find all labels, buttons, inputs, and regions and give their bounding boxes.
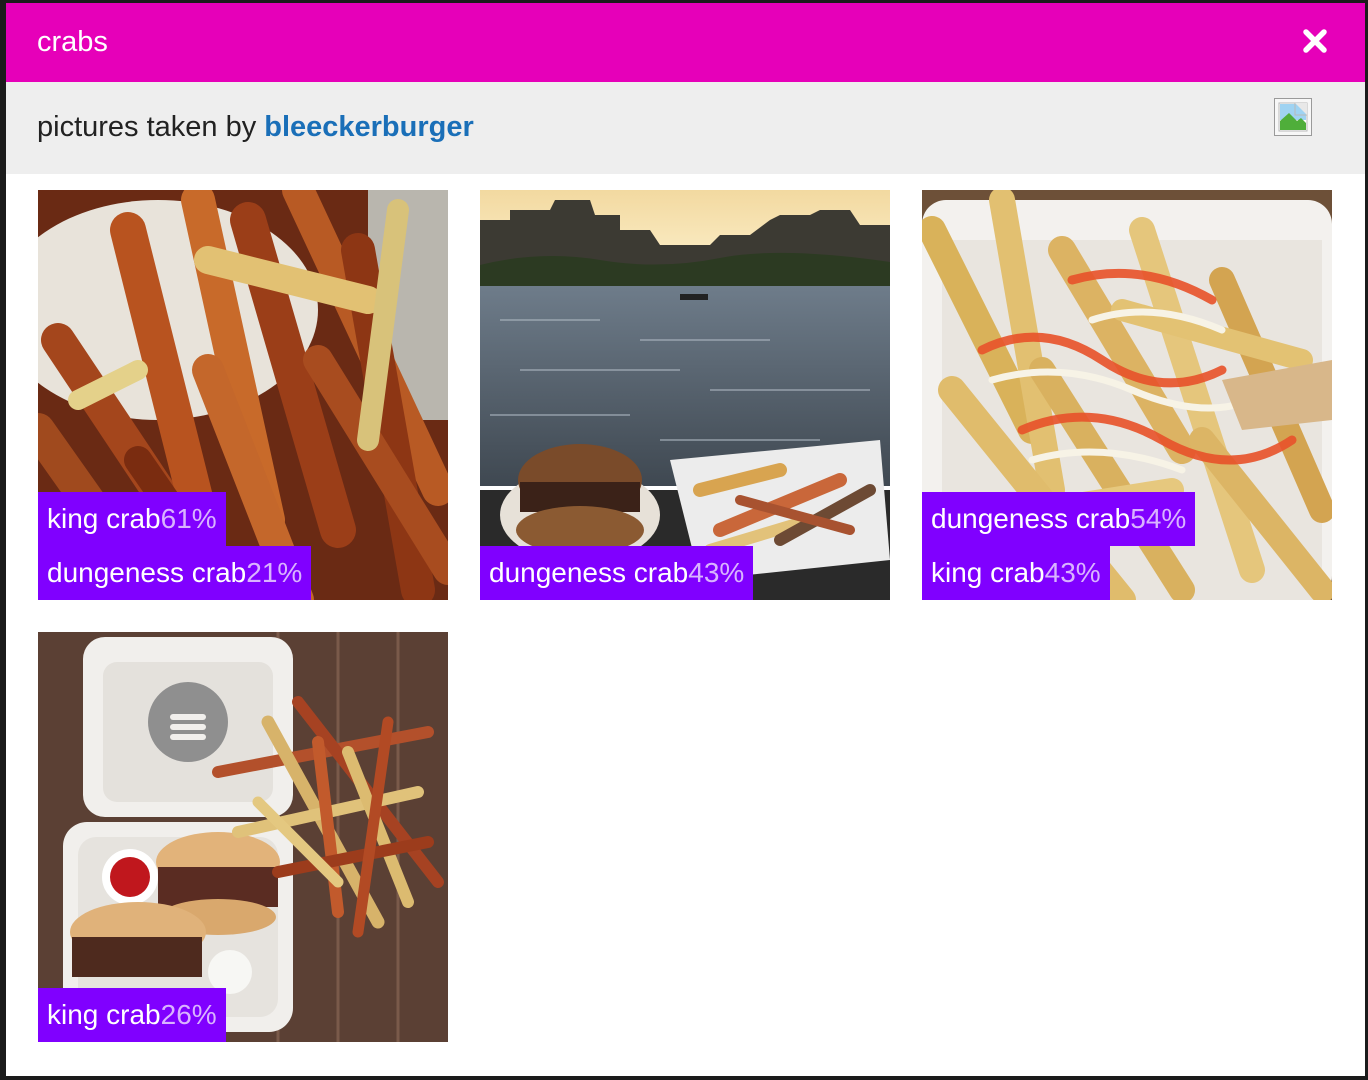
tag-percent: 26% [160, 999, 217, 1030]
photo-tags: dungeness crab 54% king crab 43% [922, 492, 1196, 600]
avatar[interactable] [1274, 98, 1312, 136]
food-photo [38, 632, 448, 1042]
byline: pictures taken by bleeckerburger [37, 110, 474, 144]
tag-name: dungeness crab [47, 557, 247, 588]
tag-percent: 21% [246, 557, 303, 588]
tag-percent: 43% [688, 557, 745, 588]
broken-image-icon [1278, 102, 1308, 132]
modal-titlebar: crabs [6, 3, 1365, 82]
tag-name: king crab [931, 557, 1045, 588]
tag-name: dungeness crab [489, 557, 689, 588]
photo-tags: dungeness crab 43% [480, 546, 754, 600]
tag-label[interactable]: king crab 26% [38, 988, 226, 1042]
close-button[interactable] [1303, 29, 1327, 53]
photo-card[interactable]: king crab 61% dungeness crab 21% [38, 190, 448, 600]
photo-card[interactable]: dungeness crab 54% king crab 43% [922, 190, 1332, 600]
photo-card[interactable]: dungeness crab 43% [480, 190, 890, 600]
tag-percent: 54% [1130, 503, 1187, 534]
modal-dialog: crabs pictures taken by bleeckerburger k… [6, 3, 1365, 1076]
photo-tags: king crab 26% [38, 988, 226, 1042]
tag-label[interactable]: king crab 43% [922, 546, 1110, 600]
username-link[interactable]: bleeckerburger [264, 111, 474, 143]
photo-card[interactable]: king crab 26% [38, 632, 448, 1042]
modal-title: crabs [37, 26, 108, 58]
tag-label[interactable]: king crab 61% [38, 492, 226, 546]
tag-name: dungeness crab [931, 503, 1131, 534]
subheader: pictures taken by bleeckerburger [6, 82, 1365, 174]
tag-name: king crab [47, 503, 161, 534]
river-photo [480, 190, 890, 600]
photo-tags: king crab 61% dungeness crab 21% [38, 492, 312, 600]
byline-prefix: pictures taken by [37, 111, 257, 143]
tag-label[interactable]: dungeness crab 21% [38, 546, 312, 600]
close-icon [1303, 29, 1327, 53]
tag-label[interactable]: dungeness crab 54% [922, 492, 1196, 546]
tag-label[interactable]: dungeness crab 43% [480, 546, 754, 600]
tag-percent: 61% [160, 503, 217, 534]
tag-percent: 43% [1044, 557, 1101, 588]
tag-name: king crab [47, 999, 161, 1030]
